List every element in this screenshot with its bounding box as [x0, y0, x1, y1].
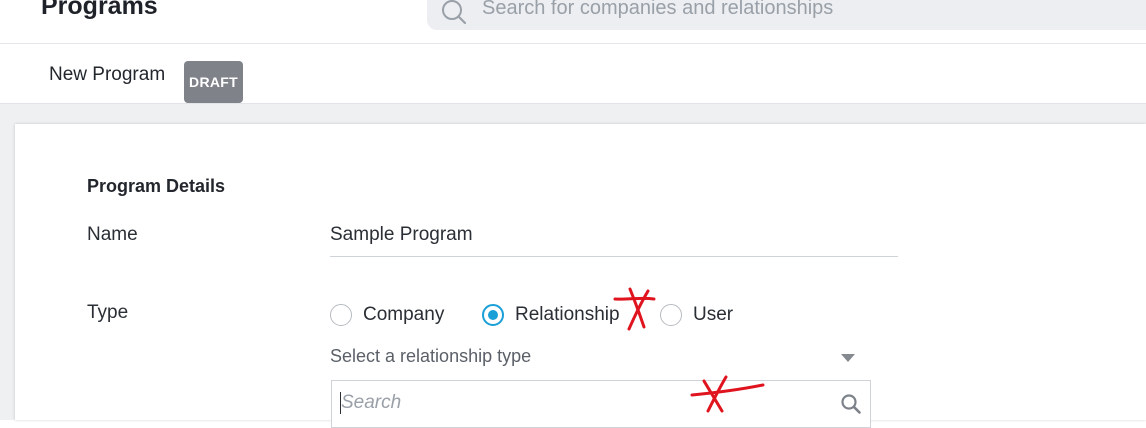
search-icon: [841, 394, 861, 414]
radio-circle[interactable]: [330, 304, 352, 326]
program-details-card: Program Details Name Sample Program Type…: [15, 124, 1146, 428]
top-bar: Programs Search for companies and relati…: [0, 0, 1146, 44]
name-field-underline: [330, 256, 898, 257]
radio-relationship[interactable]: Relationship: [482, 304, 620, 326]
program-header: New Program DRAFT: [0, 44, 1146, 104]
search-icon: [442, 0, 467, 25]
page-title: Programs: [41, 0, 158, 20]
radio-company[interactable]: Company: [330, 304, 444, 326]
program-name: New Program: [49, 64, 166, 85]
radio-label: Relationship: [515, 304, 620, 325]
type-label: Type: [87, 302, 129, 323]
global-search-placeholder: Search for companies and relationships: [482, 0, 834, 19]
chevron-down-icon[interactable]: [841, 354, 855, 362]
section-title: Program Details: [87, 176, 226, 196]
name-field[interactable]: Sample Program: [330, 224, 473, 246]
global-search-input[interactable]: Search for companies and relationships: [427, 0, 1146, 30]
radio-circle-selected[interactable]: [482, 304, 504, 326]
radio-label: User: [693, 304, 734, 325]
status-badge: DRAFT: [184, 61, 243, 103]
relationship-type-select[interactable]: Select a relationship type: [330, 344, 855, 374]
dropdown-search-box[interactable]: [331, 380, 871, 428]
dropdown-search-input[interactable]: [341, 389, 821, 417]
radio-circle[interactable]: [660, 304, 682, 326]
name-label: Name: [87, 224, 138, 245]
radio-user[interactable]: User: [660, 304, 733, 326]
select-placeholder: Select a relationship type: [330, 346, 532, 366]
radio-label: Company: [363, 304, 445, 325]
